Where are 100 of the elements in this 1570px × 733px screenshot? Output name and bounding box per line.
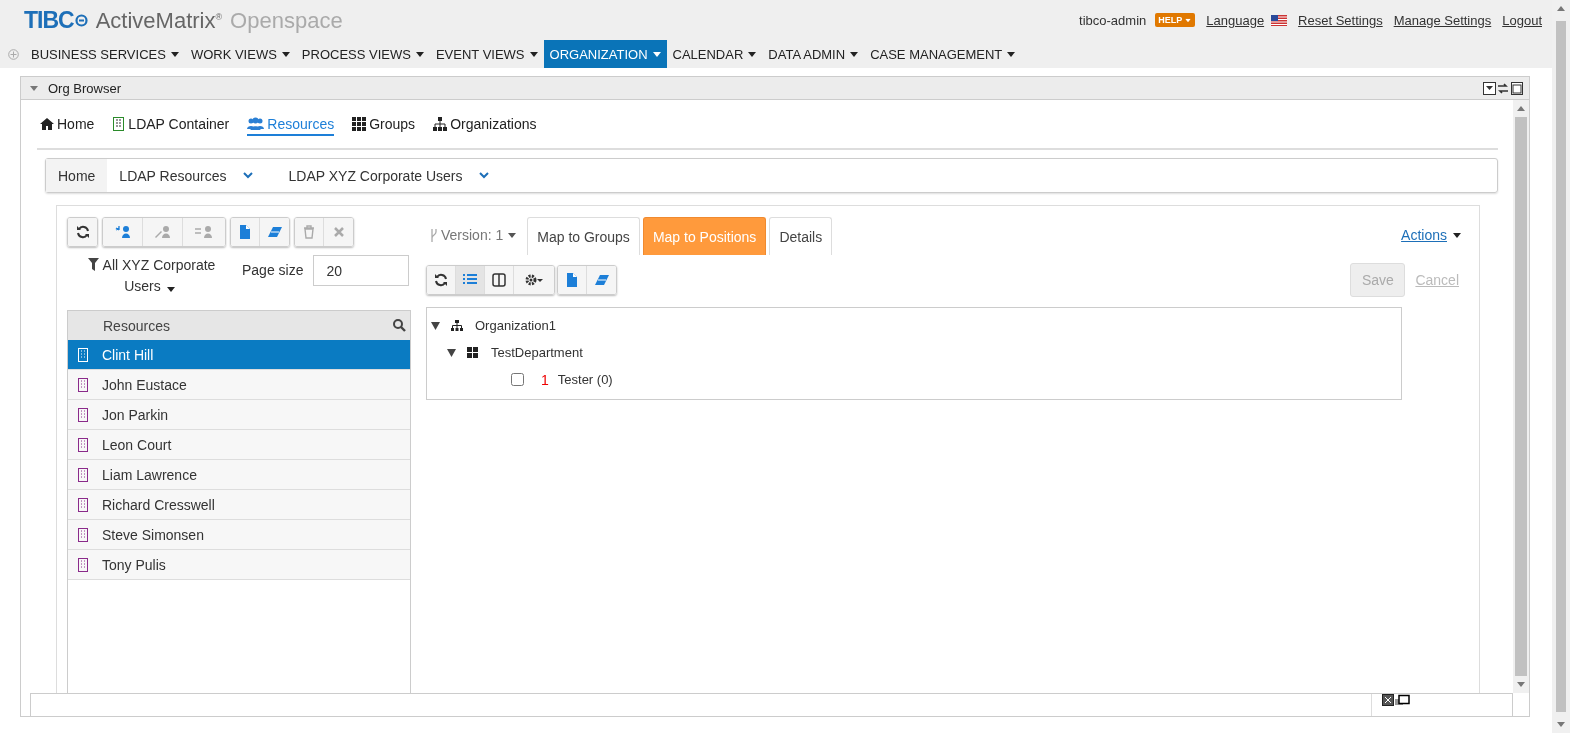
org-tab[interactable]: Groups xyxy=(352,116,416,136)
delete-button[interactable] xyxy=(295,218,324,246)
resource-row[interactable]: Richard Cresswell xyxy=(68,490,410,520)
breadcrumb-link[interactable]: LDAP Resources xyxy=(107,159,265,192)
grid-icon xyxy=(352,117,367,131)
checkbox[interactable] xyxy=(511,373,524,386)
product-name: ActiveMatrix$^{®}$ xyxy=(95,7,223,34)
refresh-button[interactable] xyxy=(427,266,456,294)
header-link[interactable]: Language xyxy=(1206,12,1265,28)
scrollbar[interactable] xyxy=(1513,100,1529,693)
resource-row[interactable]: Clint Hill xyxy=(68,340,410,370)
move-user-icon xyxy=(195,225,213,239)
count-label: 1 xyxy=(541,371,549,388)
move-user-button[interactable] xyxy=(183,218,225,246)
caret-icon xyxy=(850,51,859,57)
org-tab[interactable]: LDAP Container xyxy=(112,116,230,136)
edit-user-button[interactable] xyxy=(143,218,183,246)
new-document-button[interactable] xyxy=(558,266,587,294)
edit-user-icon xyxy=(154,225,171,239)
header-link[interactable]: Logout xyxy=(1502,12,1542,28)
page-size-label: Page size xyxy=(242,262,304,278)
column-heading: Resources xyxy=(103,317,170,334)
eraser-icon xyxy=(267,225,282,239)
building-icon xyxy=(112,117,126,131)
expanded-icon[interactable] xyxy=(447,348,456,357)
caret-icon xyxy=(529,51,538,57)
resource-row[interactable]: Tony Pulis xyxy=(68,550,410,580)
caret-icon xyxy=(1007,51,1016,57)
home-icon xyxy=(40,117,54,131)
refresh-icon xyxy=(75,225,90,239)
nav-menu[interactable]: ORGANIZATION xyxy=(543,40,667,68)
resource-row[interactable]: Steve Simonsen xyxy=(68,520,410,550)
gadget-title: Org Browser xyxy=(48,80,122,96)
eraser-icon xyxy=(594,273,609,287)
close-button[interactable] xyxy=(324,218,353,246)
building-icon xyxy=(78,347,88,362)
nav-menu[interactable]: EVENT VIEWS xyxy=(429,40,544,68)
eraser-button[interactable] xyxy=(587,266,616,294)
version-dropdown[interactable]: Version: 1 xyxy=(426,227,525,255)
new-document-button[interactable] xyxy=(231,218,260,246)
list-view-icon xyxy=(463,273,477,287)
resource-row[interactable]: Leon Court xyxy=(68,430,410,460)
filter-dropdown[interactable]: All XYZ Corporate Users xyxy=(79,255,224,297)
settings-button[interactable] xyxy=(514,266,554,294)
nav-menu[interactable]: BUSINESS SERVICES xyxy=(25,40,185,68)
building-icon xyxy=(78,377,88,392)
nav-menu[interactable]: CASE MANAGEMENT xyxy=(864,40,1022,68)
close-icon xyxy=(331,225,346,239)
header-link[interactable]: Reset Settings xyxy=(1298,12,1383,28)
refresh-icon xyxy=(434,273,448,287)
detail-tab[interactable]: Map to Groups xyxy=(527,217,640,255)
org-tab[interactable]: Organizations xyxy=(433,116,537,136)
caret-icon xyxy=(1185,18,1192,22)
tree-node-label[interactable]: Tester (0) xyxy=(557,372,613,387)
caret-icon xyxy=(1453,233,1461,238)
caret-icon xyxy=(508,232,517,238)
columns-view-button[interactable] xyxy=(485,266,514,294)
page-size-field[interactable]: 20 xyxy=(313,255,410,286)
resource-row[interactable]: Liam Lawrence xyxy=(68,460,410,490)
nav-menu[interactable]: PROCESS VIEWS xyxy=(295,40,430,68)
org-tab[interactable]: Resources xyxy=(247,116,335,136)
building-icon xyxy=(78,407,88,422)
caret-icon xyxy=(281,51,290,57)
trash-icon xyxy=(302,225,316,239)
filter-icon xyxy=(87,258,99,271)
building-icon xyxy=(78,527,88,542)
building-icon xyxy=(78,557,88,572)
collapse-icon xyxy=(30,85,38,91)
resource-row[interactable]: Jon Parkin xyxy=(68,400,410,430)
tree-node-label[interactable]: TestDepartment xyxy=(491,345,583,360)
breadcrumb-link[interactable]: LDAP XYZ Corporate Users xyxy=(276,159,501,192)
caret-icon xyxy=(748,51,757,57)
building-icon xyxy=(78,437,88,452)
grid-icon xyxy=(467,347,479,358)
product-suffix: Openspace xyxy=(230,7,343,34)
nav-menu[interactable]: CALENDAR xyxy=(666,40,763,68)
expanded-icon[interactable] xyxy=(431,321,440,330)
search-icon xyxy=(393,319,406,332)
settings-icon xyxy=(524,273,544,287)
add-icon xyxy=(8,48,19,60)
caret-icon xyxy=(652,51,661,57)
resource-row[interactable]: John Eustace xyxy=(68,370,410,400)
breadcrumb-link[interactable]: Home xyxy=(46,159,108,192)
add-user-button[interactable] xyxy=(103,218,143,246)
header-link[interactable]: Manage Settings xyxy=(1393,12,1492,28)
columns-view-icon xyxy=(492,273,506,287)
detail-tab[interactable]: Details xyxy=(769,217,833,255)
hierarchy-icon xyxy=(433,117,448,131)
tree-node-label[interactable]: Organization1 xyxy=(475,318,556,333)
actions-link[interactable]: Actions xyxy=(1401,227,1447,255)
hierarchy-icon xyxy=(451,320,463,331)
nav-menu[interactable]: WORK VIEWS xyxy=(184,40,296,68)
window-buttons-icon[interactable] xyxy=(1483,81,1523,95)
eraser-button[interactable] xyxy=(260,218,289,246)
user-name: tibco-admin xyxy=(1079,12,1147,28)
refresh-button[interactable] xyxy=(68,218,97,246)
window-controls-icon[interactable] xyxy=(1371,694,1410,716)
caret-icon xyxy=(170,51,179,57)
nav-menu[interactable]: DATA ADMIN xyxy=(762,40,865,68)
org-tab[interactable]: Home xyxy=(40,116,95,136)
